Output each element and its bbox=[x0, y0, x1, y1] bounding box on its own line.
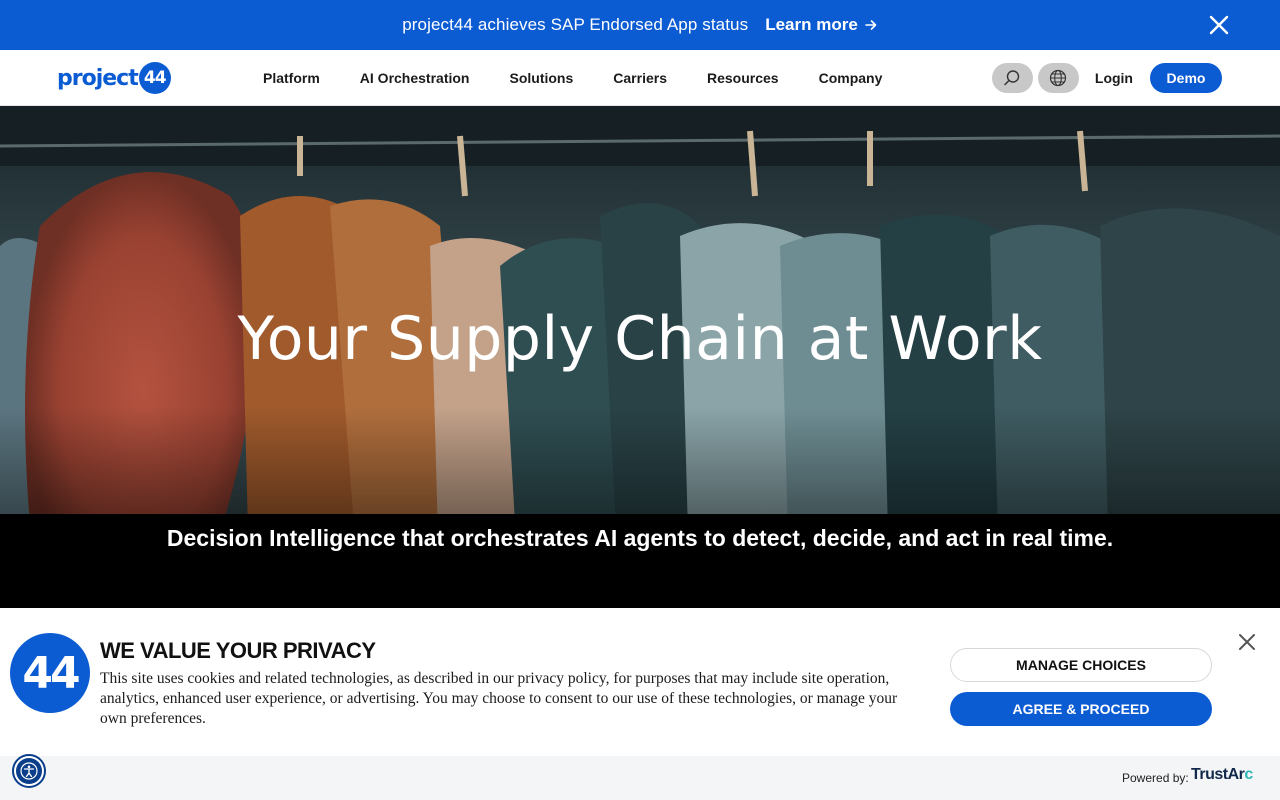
hero-section: Your Supply Chain at Work Decision Intel… bbox=[0, 106, 1280, 608]
manage-choices-button[interactable]: MANAGE CHOICES bbox=[950, 648, 1212, 682]
powered-by-strip bbox=[0, 756, 1280, 800]
accessibility-button[interactable] bbox=[12, 754, 46, 788]
powered-by-label: Powered by: bbox=[1122, 771, 1189, 785]
accessibility-icon bbox=[20, 762, 38, 780]
announcement-bar: project44 achieves SAP Endorsed App stat… bbox=[0, 0, 1280, 50]
nav-actions: Login Demo bbox=[991, 63, 1222, 93]
login-link[interactable]: Login bbox=[1095, 70, 1133, 86]
cookie-logo-badge: 44 bbox=[10, 633, 90, 713]
nav-item-company[interactable]: Company bbox=[819, 70, 883, 86]
logo-badge: 44 bbox=[138, 62, 171, 94]
demo-button[interactable]: Demo bbox=[1150, 63, 1222, 93]
trustarc-logo[interactable]: TrustArc bbox=[1191, 766, 1253, 784]
cookie-body-text: This site uses cookies and related techn… bbox=[100, 670, 898, 727]
trustarc-main: TrustAr bbox=[1191, 766, 1245, 783]
arrow-right-icon bbox=[864, 20, 877, 30]
nav-item-resources[interactable]: Resources bbox=[707, 70, 779, 86]
nav-links: Platform AI Orchestration Solutions Carr… bbox=[263, 50, 922, 106]
search-icon bbox=[1004, 70, 1020, 86]
accessibility-icon-wrap bbox=[16, 758, 42, 784]
close-icon[interactable] bbox=[1208, 14, 1230, 36]
agree-proceed-button[interactable]: AGREE & PROCEED bbox=[950, 692, 1212, 726]
learn-more-label: Learn more bbox=[765, 15, 858, 34]
learn-more-link[interactable]: Learn more bbox=[765, 15, 878, 35]
nav-item-platform[interactable]: Platform bbox=[263, 70, 320, 86]
hero-title: Your Supply Chain at Work bbox=[237, 304, 1043, 374]
cookie-consent-banner: 44 WE VALUE YOUR PRIVACY This site uses … bbox=[0, 608, 1280, 756]
cookie-title: WE VALUE YOUR PRIVACY bbox=[100, 638, 376, 663]
main-nav: project 44 Platform AI Orchestration Sol… bbox=[0, 50, 1280, 106]
language-button[interactable] bbox=[1037, 63, 1079, 93]
project44-logo[interactable]: project 44 bbox=[57, 62, 171, 94]
logo-text: project bbox=[57, 65, 139, 91]
nav-item-ai-orchestration[interactable]: AI Orchestration bbox=[360, 70, 470, 86]
nav-item-solutions[interactable]: Solutions bbox=[510, 70, 574, 86]
globe-icon bbox=[1050, 69, 1067, 87]
nav-item-carriers[interactable]: Carriers bbox=[613, 70, 667, 86]
trustarc-accent: c bbox=[1244, 766, 1253, 783]
search-button[interactable] bbox=[991, 63, 1033, 93]
announcement-text: project44 achieves SAP Endorsed App stat… bbox=[402, 15, 749, 34]
close-icon[interactable] bbox=[1237, 632, 1257, 652]
hero-subtitle: Decision Intelligence that orchestrates … bbox=[166, 525, 1114, 551]
